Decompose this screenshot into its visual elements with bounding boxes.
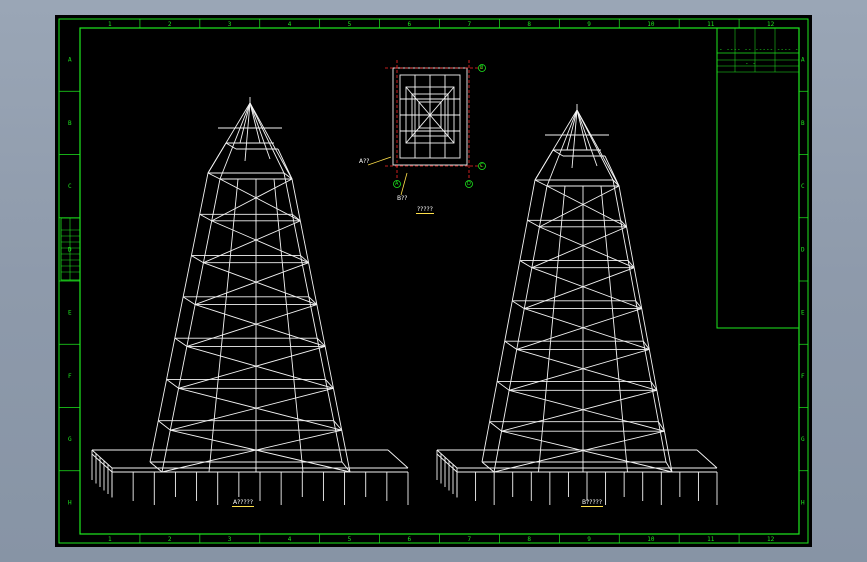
plan-axis-b: B [480,65,484,71]
row-letter: G [801,436,805,443]
row-letter: G [68,436,72,443]
outer-frame [58,18,809,544]
column-number: 9 [587,21,591,28]
column-number: 9 [587,536,591,543]
row-labels-right: A B C D E F G H [801,57,805,507]
plan-caption: ????? [416,206,434,214]
column-number: 12 [767,21,775,28]
view-b-caption: B????? [581,499,604,507]
column-number: 6 [408,536,412,543]
callout-b-label: B?? [397,195,408,202]
row-letter: A [68,57,72,64]
drawing-sheet: 1 2 3 4 5 6 7 8 9 10 11 12 1 2 3 4 5 6 7 8 9 10 11 12 ABCDEFGH… [55,15,812,547]
column-number: 12 [767,536,775,543]
cad-drawing: 1 2 3 4 5 6 7 8 9 10 11 12 1 2 3 4 5 6 7 8 9 10 11 12 ABCDEFGH… [58,18,809,544]
row-letter: D [801,246,805,253]
row-letter: C [68,183,72,190]
column-number: 11 [707,21,715,28]
column-number: 2 [168,21,172,28]
column-number: 1 [108,536,112,543]
column-number: 1 [108,21,112,28]
row-letter: C [801,183,805,190]
callout-a-label: A?? [359,158,370,165]
column-number: 11 [707,536,715,543]
row-letter: A [801,57,805,64]
plan-view [367,60,486,196]
column-number: 4 [288,536,292,543]
row-labels-left: ABCDEFGH [68,57,72,507]
zone-ticks [59,19,808,543]
column-labels-bottom: 1 2 3 4 5 6 7 8 9 10 11 12 [108,536,775,543]
plan-axis-c: C [480,163,484,169]
svg-text:- -: - - [745,60,756,67]
column-number: 2 [168,536,172,543]
row-letter: H [68,499,72,506]
row-letter: B [68,120,72,127]
row-letter: B [801,120,805,127]
view-a-caption: A????? [232,499,255,507]
column-number: 7 [467,21,471,28]
svg-text:- ---- -- ----- ---- -: - ---- -- ----- ---- - [719,46,798,53]
column-labels-top: 1 2 3 4 5 6 7 8 9 10 11 12 [108,21,775,28]
column-number: 5 [348,536,352,543]
plan-axis-d: D [467,181,471,187]
column-number: 8 [527,536,531,543]
column-number: 10 [647,536,655,543]
plan-axis-a: A [395,181,399,187]
column-number: 3 [228,21,232,28]
column-number: 10 [647,21,655,28]
row-letter: E [801,310,805,317]
row-letter: H [801,499,805,506]
row-letter: F [68,373,72,380]
column-number: 8 [527,21,531,28]
column-number: 7 [467,536,471,543]
row-letter: F [801,373,805,380]
column-number: 4 [288,21,292,28]
column-number: 6 [408,21,412,28]
column-number: 3 [228,536,232,543]
column-number: 5 [348,21,352,28]
row-letter: E [68,310,72,317]
title-block: - ---- -- ----- ---- - - - [716,27,800,329]
